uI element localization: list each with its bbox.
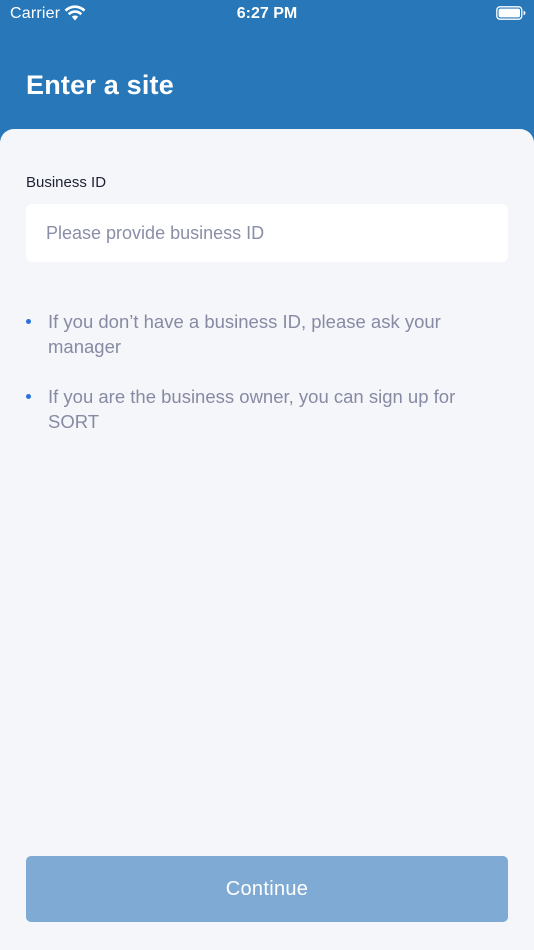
list-item: If you don’t have a business ID, please …: [26, 309, 486, 359]
bullet-icon: [26, 319, 31, 324]
hint-text: If you don’t have a business ID, please …: [48, 311, 441, 357]
continue-button[interactable]: Continue: [26, 856, 508, 922]
business-id-input[interactable]: [26, 204, 508, 262]
business-id-label: Business ID: [26, 174, 107, 191]
status-bar: Carrier 6:27 PM: [0, 0, 534, 28]
hint-list: If you don’t have a business ID, please …: [26, 309, 486, 459]
list-item: If you are the business owner, you can s…: [26, 384, 486, 434]
enter-site-screen: Carrier 6:27 PM Enter a site Business ID…: [0, 0, 534, 950]
hint-text: If you are the business owner, you can s…: [48, 386, 456, 432]
bullet-icon: [26, 394, 31, 399]
battery-icon: [496, 6, 526, 20]
status-time: 6:27 PM: [236, 5, 298, 22]
form-sheet: Business ID If you don’t have a business…: [0, 129, 534, 950]
page-title: Enter a site: [26, 70, 174, 100]
